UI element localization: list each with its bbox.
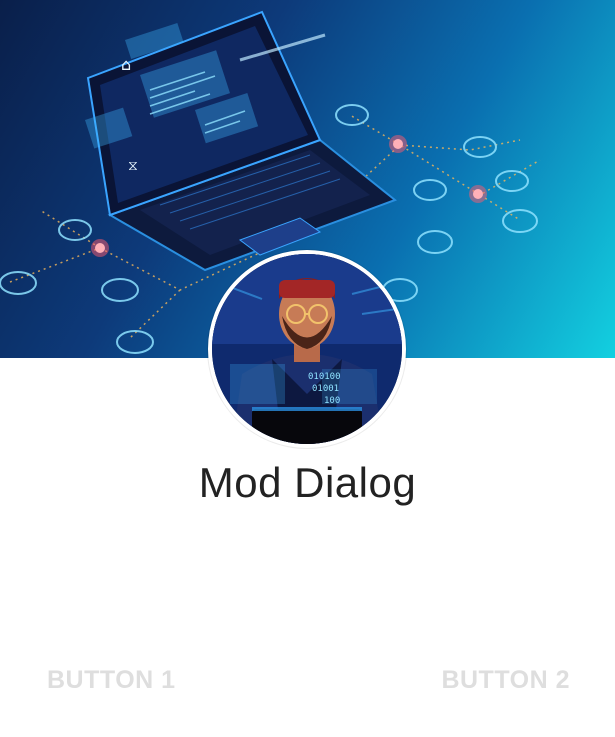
svg-text:100: 100 [324,396,340,406]
svg-text:01001: 01001 [312,384,339,394]
dialog-title: Mod Dialog [198,459,417,506]
mod-dialog: ⌂ ⧖ 010100 01001 100 Mod Dialog BUTTON 1… [0,0,615,737]
svg-text:010100: 010100 [308,372,341,382]
button-2[interactable]: BUTTON 2 [441,660,570,700]
svg-text:⌂: ⌂ [121,55,131,74]
developer-avatar-illustration: 010100 01001 100 [212,254,402,444]
svg-text:⧖: ⧖ [128,158,138,174]
avatar: 010100 01001 100 [208,250,406,448]
button-1[interactable]: BUTTON 1 [47,660,176,700]
